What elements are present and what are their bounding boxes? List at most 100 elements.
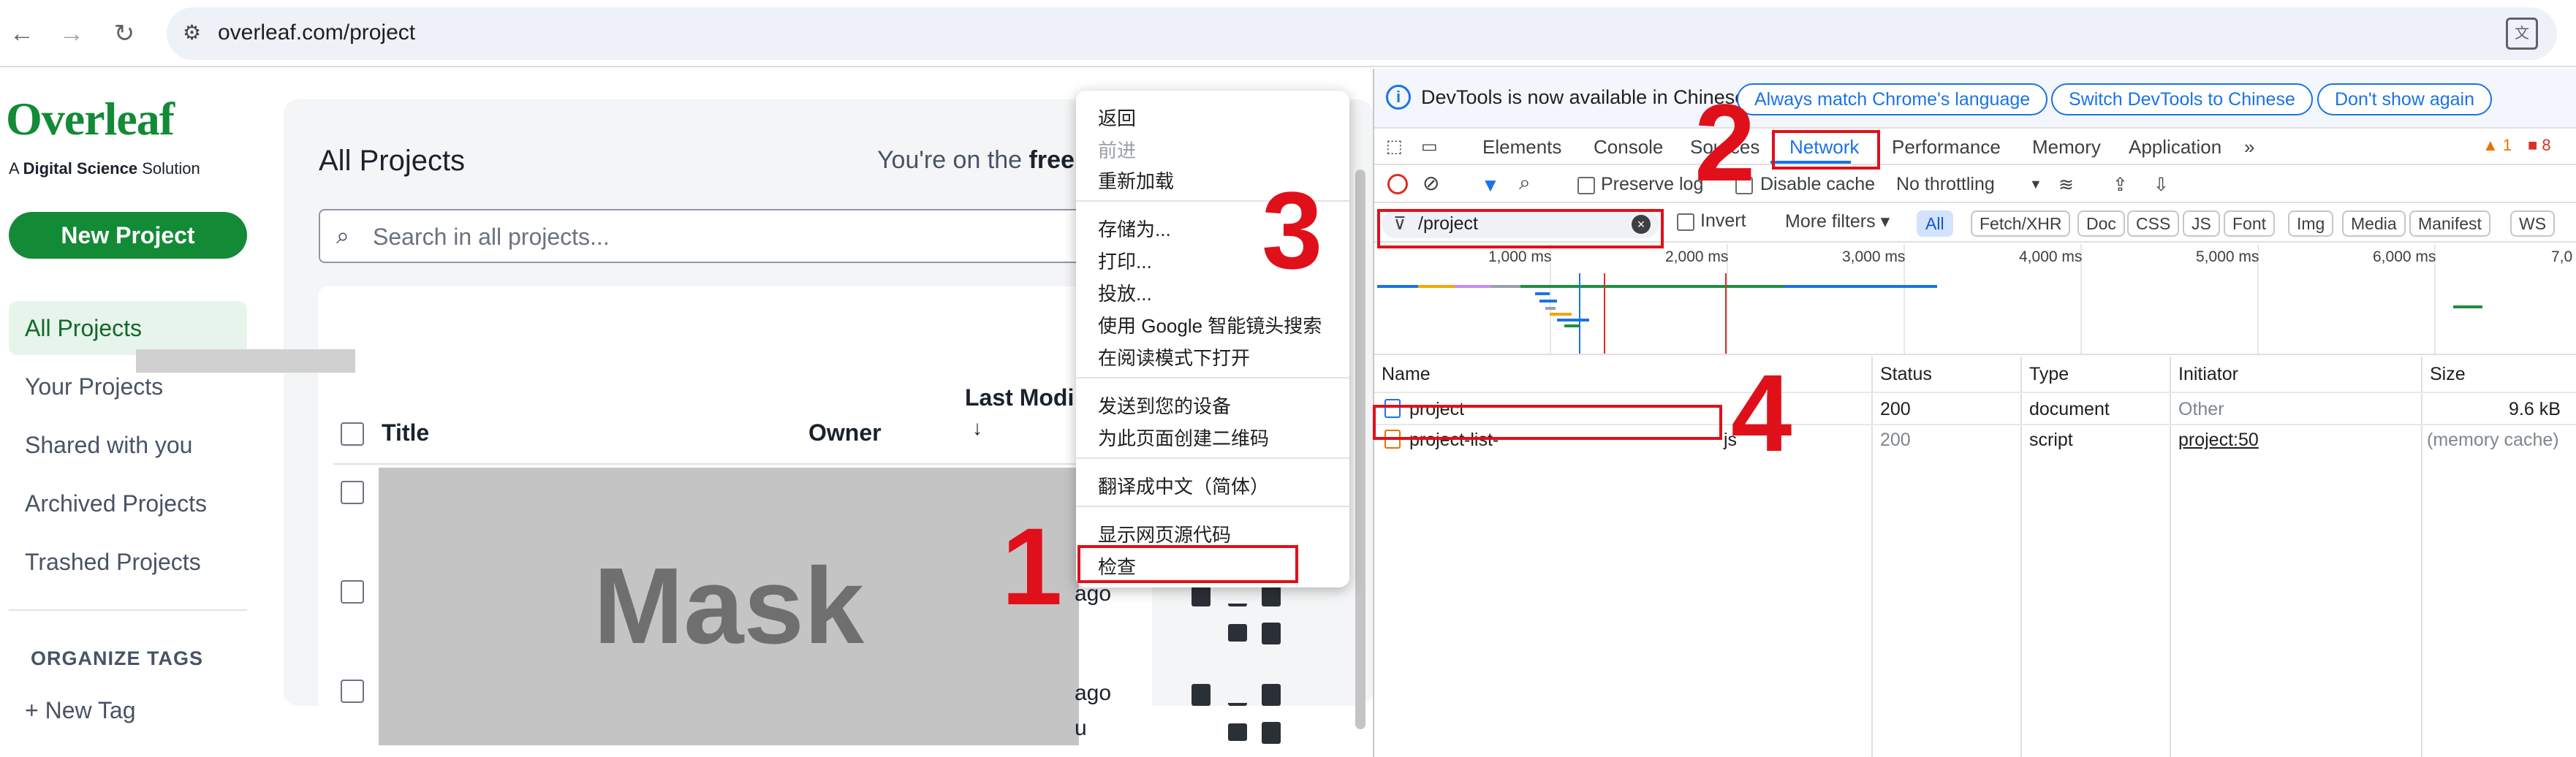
column-name[interactable]: Name — [1382, 364, 1431, 385]
translate-icon[interactable]: 文 — [2506, 18, 2538, 50]
trash-icon[interactable] — [1262, 722, 1281, 744]
ctx-qr-code[interactable]: 为此页面创建二维码 — [1098, 424, 1269, 451]
column-size[interactable]: Size — [2430, 364, 2466, 385]
pdf-icon[interactable] — [1262, 585, 1281, 606]
row-checkbox[interactable] — [341, 481, 364, 504]
invert-checkbox[interactable] — [1677, 213, 1694, 231]
ctx-send-to-device[interactable]: 发送到您的设备 — [1098, 392, 1231, 419]
network-overview-timeline[interactable]: 1,000 ms 2,000 ms 3,000 ms 4,000 ms 5,00… — [1374, 244, 2576, 355]
timeline-tick-label: 5,000 ms — [2196, 248, 2259, 265]
import-har-icon[interactable]: ⇪ — [2113, 174, 2128, 196]
ctx-back[interactable]: 返回 — [1098, 104, 1136, 131]
waterfall-bar — [1520, 285, 1784, 288]
annotation-box-filter — [1377, 209, 1664, 248]
error-count[interactable]: ■ 8 — [2528, 136, 2551, 155]
more-filters-dropdown[interactable]: More filters ▾ — [1785, 210, 1890, 232]
tab-console[interactable]: Console — [1594, 136, 1663, 159]
warning-count[interactable]: ▲ 1 — [2482, 136, 2512, 155]
clear-icon[interactable]: ⊘ — [1423, 171, 1439, 195]
throttling-select[interactable]: No throttling — [1896, 174, 1995, 195]
pdf-icon[interactable] — [1262, 684, 1281, 706]
page-scrollbar[interactable] — [1355, 170, 1365, 729]
column-divider — [1871, 357, 1873, 757]
column-initiator[interactable]: Initiator — [2178, 364, 2238, 385]
ctx-google-lens[interactable]: 使用 Google 智能镜头搜索 — [1098, 311, 1322, 338]
request-status: 200 — [1880, 399, 1911, 419]
archive-icon[interactable] — [1228, 624, 1247, 642]
ctx-view-source[interactable]: 显示网页源代码 — [1098, 520, 1231, 547]
ctx-save-as[interactable]: 存储为... — [1098, 215, 1171, 242]
record-icon[interactable] — [1387, 174, 1408, 194]
ctx-reload[interactable]: 重新加载 — [1098, 167, 1174, 194]
type-filter-doc[interactable]: Doc — [2077, 210, 2125, 237]
device-toolbar-icon[interactable]: ▭ — [1421, 136, 1438, 157]
tab-performance[interactable]: Performance — [1892, 136, 2001, 159]
url-text[interactable]: overleaf.com/project — [218, 20, 415, 45]
always-match-language-button[interactable]: Always match Chrome's language — [1737, 83, 2048, 115]
type-filter-js[interactable]: JS — [2183, 210, 2220, 237]
project-search-input[interactable]: ⌕ Search in all projects... — [319, 209, 1094, 263]
site-info-icon[interactable]: ⚙ — [183, 20, 201, 45]
tab-elements[interactable]: Elements — [1482, 136, 1561, 159]
search-icon[interactable]: ⌕ — [1519, 171, 1531, 195]
search-placeholder: Search in all projects... — [373, 224, 610, 250]
overleaf-logo[interactable]: Overleaf — [6, 92, 175, 146]
ctx-print[interactable]: 打印... — [1098, 247, 1152, 274]
inspect-element-icon[interactable]: ⬚ — [1386, 136, 1403, 157]
select-all-checkbox[interactable] — [341, 422, 364, 446]
sidebar-item-shared[interactable]: Shared with you — [9, 418, 247, 472]
annotation-box-network — [1772, 130, 1880, 170]
chevron-down-icon[interactable]: ▼ — [2029, 177, 2042, 192]
trash-icon[interactable] — [1262, 623, 1281, 644]
annotation-box-request — [1373, 405, 1722, 440]
type-filter-font[interactable]: Font — [2224, 210, 2276, 237]
type-filter-manifest[interactable]: Manifest — [2409, 210, 2490, 237]
column-last-modified[interactable]: Last Modi — [965, 384, 1074, 411]
request-initiator-link[interactable]: project:50 — [2178, 430, 2259, 451]
ctx-reading-mode[interactable]: 在阅读模式下打开 — [1098, 343, 1250, 370]
export-har-icon[interactable]: ⇩ — [2153, 174, 2169, 196]
column-title[interactable]: Title — [382, 419, 429, 446]
ctx-forward: 前进 — [1098, 140, 1137, 161]
browser-toolbar: ← → ↻ ⚙ overleaf.com/project 文 — [0, 0, 2576, 67]
ctx-cast[interactable]: 投放... — [1098, 279, 1152, 306]
copy-icon[interactable] — [1192, 684, 1211, 706]
tab-memory[interactable]: Memory — [2032, 136, 2101, 159]
ctx-translate[interactable]: 翻译成中文（简体） — [1098, 472, 1269, 499]
column-status[interactable]: Status — [1880, 364, 1932, 385]
row-checkbox[interactable] — [341, 580, 364, 604]
type-filter-img[interactable]: Img — [2288, 210, 2334, 237]
sort-down-icon[interactable]: ↓ — [972, 416, 982, 440]
type-filter-media[interactable]: Media — [2342, 210, 2406, 237]
switch-to-chinese-button[interactable]: Switch DevTools to Chinese — [2051, 83, 2313, 115]
network-conditions-icon[interactable]: ≋ — [2058, 174, 2074, 196]
preserve-log-checkbox[interactable] — [1577, 177, 1595, 194]
type-filter-all[interactable]: All — [1917, 210, 1953, 237]
sidebar-item-trashed[interactable]: Trashed Projects — [9, 535, 247, 589]
sidebar-item-all-projects[interactable]: All Projects — [9, 301, 247, 355]
back-icon[interactable]: ← — [1, 13, 42, 54]
filter-icon[interactable]: ▼ — [1481, 174, 1500, 197]
address-bar[interactable]: ⚙ overleaf.com/project 文 — [167, 7, 2557, 60]
request-size: (memory cache) — [2427, 430, 2559, 450]
redaction-mask: Mask — [379, 468, 1079, 745]
type-filter-fetch-xhr[interactable]: Fetch/XHR — [1971, 210, 2071, 237]
copy-icon[interactable] — [1192, 585, 1211, 606]
column-type[interactable]: Type — [2029, 364, 2069, 385]
reload-icon[interactable]: ↻ — [104, 13, 145, 54]
new-project-button[interactable]: New Project — [9, 212, 247, 259]
sidebar-item-archived[interactable]: Archived Projects — [9, 476, 247, 530]
row-checkbox[interactable] — [341, 680, 364, 703]
dont-show-again-button[interactable]: Don't show again — [2317, 83, 2493, 115]
type-filter-ws[interactable]: WS — [2510, 210, 2556, 237]
tab-application[interactable]: Application — [2129, 136, 2221, 159]
archive-icon[interactable] — [1228, 723, 1247, 741]
new-tag-button[interactable]: + New Tag — [25, 697, 136, 724]
menu-separator — [1076, 457, 1349, 459]
more-tabs-icon[interactable]: » — [2244, 136, 2254, 159]
forward-icon[interactable]: → — [51, 13, 92, 54]
download-icon[interactable] — [1228, 585, 1247, 606]
type-filter-css[interactable]: CSS — [2127, 210, 2180, 237]
download-icon[interactable] — [1228, 684, 1247, 706]
column-owner[interactable]: Owner — [808, 419, 882, 446]
